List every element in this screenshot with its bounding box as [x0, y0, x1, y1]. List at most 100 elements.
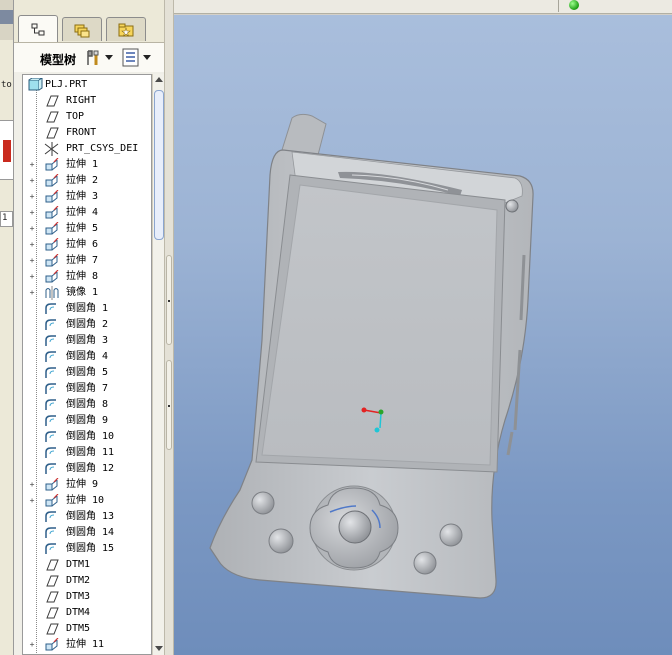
tree-item[interactable]: + 拉伸 10 [23, 493, 151, 509]
tree-item[interactable]: PRT_CSYS_DEI [23, 141, 151, 157]
model-tree-title: 模型树 [40, 53, 77, 67]
tree-item[interactable]: DTM4 [23, 605, 151, 621]
extrude-icon [45, 237, 59, 251]
settings-tools-icon[interactable] [84, 48, 104, 68]
tree-item[interactable]: + 拉伸 5 [23, 221, 151, 237]
tree-item[interactable]: + 拉伸 7 [23, 253, 151, 269]
extrude-icon [45, 221, 59, 235]
tree-item[interactable]: DTM2 [23, 573, 151, 589]
round-icon [45, 415, 56, 426]
tree-item[interactable]: 倒圆角 4 [23, 349, 151, 365]
tree-root-item[interactable]: PLJ.PRT [23, 77, 151, 93]
tree-item[interactable]: 倒圆角 1 [23, 301, 151, 317]
expand-icon[interactable]: + [28, 641, 36, 649]
grip-dot [168, 300, 170, 302]
tree-item-icon [44, 477, 60, 492]
tree-item[interactable]: DTM5 [23, 621, 151, 637]
tree-item[interactable]: + 拉伸 6 [23, 237, 151, 253]
tree-item[interactable]: 倒圆角 14 [23, 525, 151, 541]
datum-plane-icon [46, 591, 59, 603]
scroll-up-icon[interactable] [155, 77, 163, 83]
scroll-thumb[interactable] [154, 90, 164, 240]
tree-item[interactable]: 倒圆角 2 [23, 317, 151, 333]
tree-item[interactable]: 倒圆角 7 [23, 381, 151, 397]
expand-icon[interactable]: + [28, 225, 36, 233]
tree-item[interactable]: 倒圆角 10 [23, 429, 151, 445]
tree-item-label: TOP [66, 111, 85, 122]
tree-item[interactable]: + 拉伸 1 [23, 157, 151, 173]
tree-item-icon [44, 173, 60, 188]
tree-item[interactable]: TOP [23, 109, 151, 125]
pda-3d-model [209, 113, 534, 599]
expand-icon[interactable]: + [28, 273, 36, 281]
tree-item[interactable]: 倒圆角 3 [23, 333, 151, 349]
tree-item-icon [44, 318, 60, 332]
tab-folder-browser[interactable] [62, 17, 102, 41]
extrude-icon [45, 173, 59, 187]
tree-item[interactable]: DTM3 [23, 589, 151, 605]
tree-item[interactable]: DTM1 [23, 557, 151, 573]
tree-item-label: 倒圆角 4 [66, 351, 109, 362]
scroll-down-icon[interactable] [155, 646, 163, 652]
extrude-icon [45, 269, 59, 283]
chevron-down-icon[interactable] [143, 55, 151, 61]
expand-icon[interactable]: + [28, 497, 36, 505]
tree-item-icon [44, 590, 60, 604]
expand-icon[interactable]: + [28, 241, 36, 249]
tree-item[interactable]: RIGHT [23, 93, 151, 109]
tree-item[interactable]: 倒圆角 9 [23, 413, 151, 429]
round-icon [45, 543, 56, 554]
tree-item[interactable]: + 拉伸 4 [23, 205, 151, 221]
show-list-icon[interactable] [122, 48, 140, 68]
extrude-icon [45, 477, 59, 491]
datum-plane-icon [46, 111, 59, 123]
tree-item[interactable]: 倒圆角 13 [23, 509, 151, 525]
strip-field[interactable]: 1 [0, 211, 13, 227]
expand-icon[interactable]: + [28, 209, 36, 217]
tree-vertical-scrollbar[interactable] [152, 74, 164, 655]
part-icon [28, 77, 44, 91]
tree-item[interactable]: 倒圆角 5 [23, 365, 151, 381]
tree-item-icon [44, 334, 60, 348]
tab-favorites[interactable] [106, 17, 146, 41]
graphics-top-bar [174, 0, 672, 14]
strip-band [0, 10, 13, 24]
tree-item[interactable]: 倒圆角 11 [23, 445, 151, 461]
tree-item-icon [44, 221, 60, 236]
tree-item[interactable]: + 拉伸 3 [23, 189, 151, 205]
graphics-viewport[interactable] [174, 15, 672, 655]
datum-plane-icon [46, 607, 59, 619]
tree-item[interactable]: 倒圆角 12 [23, 461, 151, 477]
expand-icon[interactable]: + [28, 161, 36, 169]
tab-model-tree[interactable] [18, 15, 58, 43]
expand-icon[interactable]: + [28, 257, 36, 265]
tree-item-icon [44, 157, 60, 172]
chevron-down-icon[interactable] [105, 55, 113, 61]
tree-item[interactable]: FRONT [23, 125, 151, 141]
round-icon [45, 335, 56, 346]
expand-icon[interactable]: + [28, 193, 36, 201]
expand-icon[interactable]: + [28, 289, 36, 297]
tree-item-label: 拉伸 4 [66, 207, 99, 218]
tree-item-icon [44, 446, 60, 460]
expand-icon[interactable]: + [28, 177, 36, 185]
tree-item[interactable]: + 拉伸 2 [23, 173, 151, 189]
extrude-icon [45, 637, 59, 651]
tree-item[interactable]: 倒圆角 15 [23, 541, 151, 557]
expand-icon[interactable]: + [28, 481, 36, 489]
display-screen [261, 184, 498, 466]
tree-item-label: 拉伸 10 [66, 495, 105, 506]
tree-item[interactable]: + 镜像 1 [23, 285, 151, 301]
tree-item[interactable]: + 拉伸 11 [23, 637, 151, 653]
tree-item-label: 倒圆角 13 [66, 511, 115, 522]
tree-item[interactable]: + 拉伸 9 [23, 477, 151, 493]
tree-item-label: 倒圆角 10 [66, 431, 115, 442]
panel-splitter[interactable] [164, 0, 174, 655]
tree-item[interactable]: 倒圆角 8 [23, 397, 151, 413]
tree-item-label: RIGHT [66, 95, 97, 106]
tree-item-label: 拉伸 8 [66, 271, 99, 282]
tree-item-icon [44, 286, 60, 300]
tree-item[interactable]: + 拉伸 8 [23, 269, 151, 285]
model-tree-icon [31, 23, 45, 35]
tree-item-icon [44, 606, 60, 620]
